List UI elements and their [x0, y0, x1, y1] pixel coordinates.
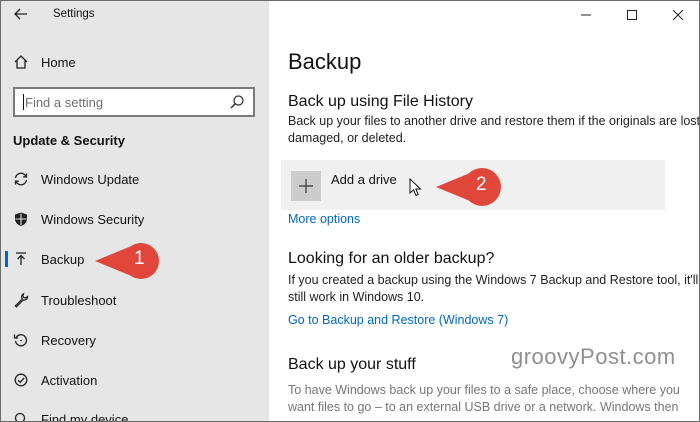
file-history-heading: Back up using File History	[288, 93, 473, 110]
sidebar-item-label: Backup	[41, 251, 85, 267]
recovery-icon	[12, 331, 30, 349]
close-button[interactable]	[655, 1, 699, 29]
sidebar-item-label: Windows Security	[41, 211, 145, 227]
sidebar-item-label: Windows Update	[41, 171, 140, 187]
search-icon[interactable]	[229, 94, 245, 110]
page-title: Backup	[288, 49, 362, 74]
wrench-icon	[12, 291, 30, 309]
search-input[interactable]	[15, 89, 225, 115]
back-arrow-icon	[14, 8, 27, 20]
callout-2-badge	[436, 168, 501, 206]
back-up-stuff-description: To have Windows back up your files to a …	[288, 383, 680, 414]
text-caret	[23, 94, 24, 110]
back-up-stuff-heading: Back up your stuff	[288, 356, 416, 373]
shield-icon	[12, 210, 30, 228]
sidebar-item-windows-update[interactable]: Windows Update	[1, 160, 269, 198]
sidebar-item-label: Recovery	[41, 332, 96, 348]
sidebar: Settings Home Update & Security	[1, 1, 269, 422]
sidebar-item-windows-security[interactable]: Windows Security	[1, 200, 269, 238]
sidebar-item-find-my-device[interactable]: Find my device	[1, 400, 269, 422]
sidebar-item-home[interactable]: Home	[1, 43, 269, 81]
older-backup-heading: Looking for an older backup?	[288, 250, 495, 267]
file-history-description: Back up your files to another drive and …	[288, 114, 700, 145]
home-icon	[12, 53, 30, 71]
window-controls	[563, 1, 699, 31]
backup-arrow-icon	[12, 250, 30, 268]
back-button[interactable]	[11, 5, 31, 23]
callout-1-badge	[95, 243, 159, 279]
more-options-link[interactable]: More options	[288, 212, 360, 226]
plus-icon	[299, 179, 313, 193]
plus-tile	[291, 171, 321, 201]
section-header: Update & Security	[13, 133, 125, 148]
sidebar-item-activation[interactable]: Activation	[1, 361, 269, 399]
sync-icon	[12, 170, 30, 188]
add-drive-label: Add a drive	[331, 172, 397, 187]
close-icon	[673, 10, 683, 20]
app-title: Settings	[53, 8, 95, 20]
callout-1-number: 1	[134, 248, 145, 269]
sidebar-item-label: Home	[41, 54, 76, 70]
maximize-icon	[627, 10, 637, 20]
watermark-text: groovyPost.com	[511, 344, 676, 369]
sidebar-item-troubleshoot[interactable]: Troubleshoot	[1, 281, 269, 319]
find-device-icon	[12, 410, 30, 421]
sidebar-item-label: Activation	[41, 372, 98, 388]
minimize-icon	[581, 14, 591, 16]
settings-window: Settings Home Update & Security	[0, 0, 700, 422]
older-backup-description: If you created a backup using the Window…	[288, 273, 699, 304]
backup-restore-windows7-link[interactable]: Go to Backup and Restore (Windows 7)	[288, 313, 508, 327]
callout-2-number: 2	[476, 174, 487, 195]
minimize-button[interactable]	[563, 1, 609, 29]
active-indicator	[5, 251, 8, 267]
sidebar-item-recovery[interactable]: Recovery	[1, 321, 269, 359]
maximize-button[interactable]	[609, 1, 655, 29]
sidebar-item-label: Find my device	[41, 411, 129, 422]
search-box[interactable]	[13, 87, 255, 117]
sidebar-item-label: Troubleshoot	[41, 292, 117, 308]
mouse-cursor-icon	[409, 178, 422, 197]
activation-icon	[12, 371, 30, 389]
